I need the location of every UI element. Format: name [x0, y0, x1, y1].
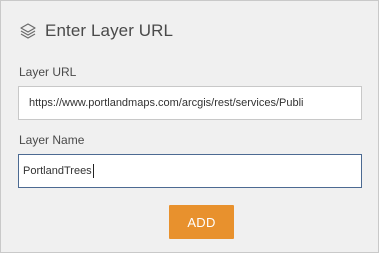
layer-name-value: PortlandTrees [23, 165, 92, 177]
panel-header: Enter Layer URL [19, 19, 173, 43]
add-button[interactable]: ADD [169, 205, 234, 239]
text-caret [92, 164, 94, 179]
layer-url-input[interactable]: https://www.portlandmaps.com/arcgis/rest… [18, 86, 362, 120]
enter-layer-url-panel: Enter Layer URL Layer URL https://www.po… [0, 0, 379, 253]
layer-name-input[interactable]: PortlandTrees [18, 154, 362, 188]
layer-url-label: Layer URL [19, 65, 77, 79]
layers-icon [19, 22, 37, 40]
panel-title: Enter Layer URL [45, 21, 174, 40]
layer-name-label: Layer Name [19, 133, 85, 147]
layer-url-value: https://www.portlandmaps.com/arcgis/rest… [29, 97, 304, 109]
